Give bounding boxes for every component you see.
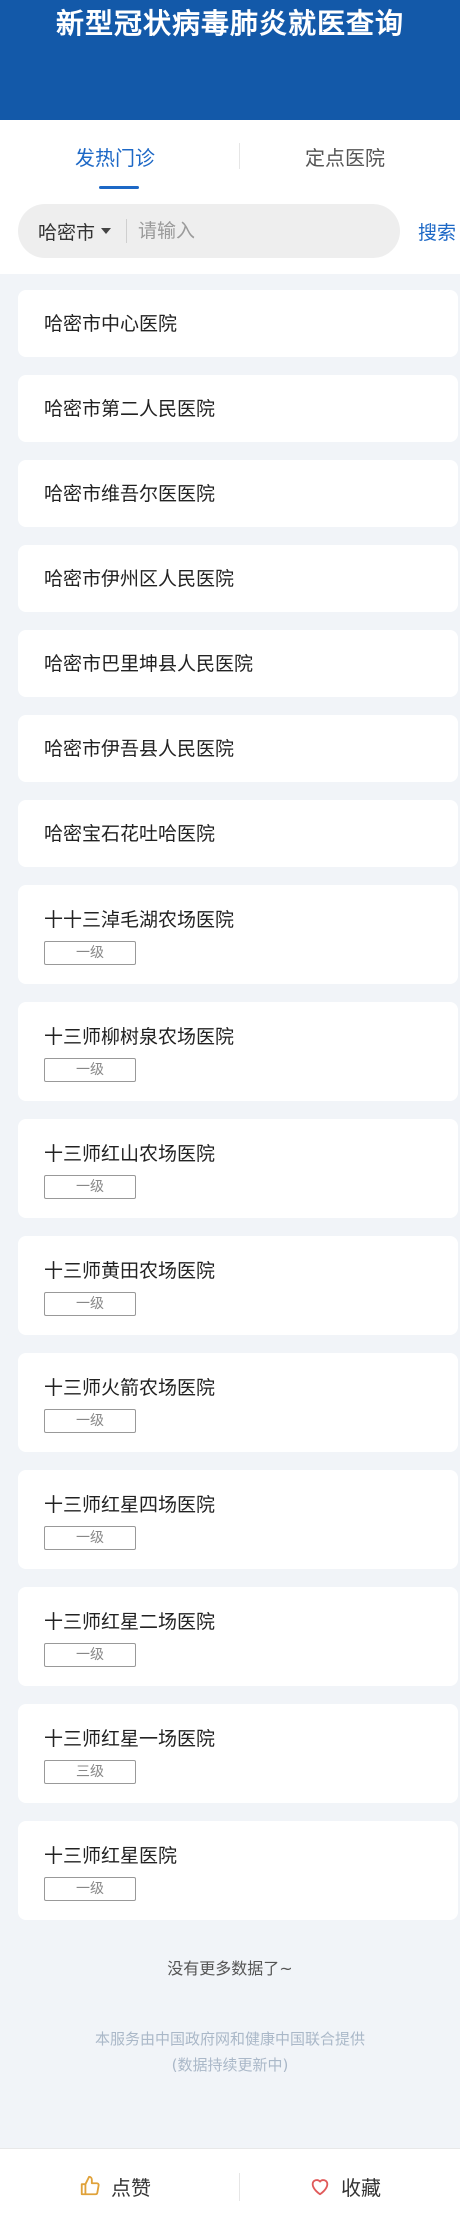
hospital-card[interactable]: 哈密市维吾尔医医院	[18, 460, 458, 527]
search-area: 哈密市 搜索	[0, 192, 460, 274]
footer-note-line1: 本服务由中国政府网和健康中国联合提供	[94, 2030, 365, 2048]
hospital-level-badge: 一级	[44, 1175, 136, 1199]
hospital-name: 哈密市巴里坤县人民医院	[44, 652, 254, 675]
hospital-level-badge: 三级	[44, 1760, 136, 1784]
hospital-name: 十三师红山农场医院	[44, 1143, 216, 1165]
hospital-card[interactable]: 哈密市中心医院	[18, 290, 458, 357]
tab-bar: 发热门诊 定点医院	[0, 120, 460, 192]
footer-note: 本服务由中国政府网和健康中国联合提供 (数据持续更新中)	[0, 2026, 460, 2078]
hospital-name: 十三师黄田农场医院	[44, 1260, 216, 1282]
tab-designated-hospital[interactable]: 定点医院	[230, 120, 460, 192]
hospital-level-badge: 一级	[44, 1643, 136, 1667]
hospital-name: 十三师红星医院	[44, 1845, 178, 1867]
hospital-card[interactable]: 哈密市第二人民医院	[18, 375, 458, 442]
hospital-name: 哈密市第二人民医院	[44, 397, 216, 420]
hospital-name: 哈密市伊吾县人民医院	[44, 737, 235, 760]
hospital-name: 十十三淖毛湖农场医院	[44, 909, 235, 931]
hospital-card[interactable]: 哈密宝石花吐哈医院	[18, 800, 458, 867]
hospital-card[interactable]: 哈密市伊吾县人民医院	[18, 715, 458, 782]
page-title: 新型冠状病毒肺炎就医查询	[55, 7, 404, 40]
hospital-level-badge: 一级	[44, 941, 136, 965]
hospital-card[interactable]: 十三师柳树泉农场医院 一级	[18, 1002, 458, 1101]
hospital-name: 十三师红星四场医院	[44, 1494, 216, 1516]
city-select[interactable]: 哈密市	[38, 204, 112, 258]
hospital-list: 哈密市中心医院哈密市第二人民医院 哈密市维吾尔医医院 哈密市伊州区人民医院 哈密市巴里…	[18, 290, 458, 1938]
hospital-level-badge: 一级	[44, 1526, 136, 1550]
search-divider	[126, 219, 127, 243]
heart-icon	[311, 2179, 329, 2196]
search-button[interactable]: 搜索	[418, 204, 456, 258]
hospital-card[interactable]: 十三师火箭农场医院 一级	[18, 1353, 458, 1452]
hospital-card[interactable]: 十十三淖毛湖农场医院 一级	[18, 885, 458, 984]
hospital-level-badge: 一级	[44, 1409, 136, 1433]
tab-fever-clinic[interactable]: 发热门诊	[0, 120, 230, 192]
hospital-name: 十三师柳树泉农场医院	[44, 1026, 235, 1048]
hospital-name: 哈密市中心医院	[44, 312, 178, 335]
hospital-card[interactable]: 哈密市伊州区人民医院	[18, 545, 458, 612]
hospital-level-badge: 一级	[44, 1877, 136, 1901]
city-select-label: 哈密市	[38, 221, 96, 244]
page-header: 新型冠状病毒肺炎就医查询	[0, 0, 460, 120]
favorite-label: 收藏	[341, 2175, 381, 2200]
caret-down-icon	[101, 228, 112, 234]
bottom-action-bar: 点赞 收藏	[0, 2148, 460, 2222]
like-label: 点赞	[111, 2175, 151, 2200]
search-box: 哈密市	[18, 204, 400, 258]
hospital-card[interactable]: 十三师黄田农场医院 一级	[18, 1236, 458, 1335]
footer-note-line2: (数据持续更新中)	[171, 2056, 289, 2074]
hospital-level-badge: 一级	[44, 1292, 136, 1316]
hospital-card[interactable]: 十三师红山农场医院 一级	[18, 1119, 458, 1218]
favorite-button[interactable]: 收藏	[230, 2149, 460, 2222]
hospital-name: 哈密市维吾尔医医院	[44, 482, 216, 505]
hospital-card[interactable]: 哈密市巴里坤县人民医院	[18, 630, 458, 697]
hospital-card[interactable]: 十三师红星一场医院 三级	[18, 1704, 458, 1803]
like-button[interactable]: 点赞	[0, 2149, 230, 2222]
hospital-name: 哈密市伊州区人民医院	[44, 567, 235, 590]
hospital-card[interactable]: 十三师红星四场医院 一级	[18, 1470, 458, 1569]
no-more-data-text: 没有更多数据了~	[167, 1959, 293, 1978]
active-tab-indicator	[99, 186, 139, 189]
hospital-card[interactable]: 十三师红星医院 一级	[18, 1821, 458, 1920]
thumbs-up-icon	[80, 2175, 100, 2196]
hospital-card[interactable]: 十三师红星二场医院 一级	[18, 1587, 458, 1686]
search-input[interactable]	[138, 211, 388, 251]
hospital-name: 十三师火箭农场医院	[44, 1377, 216, 1399]
hospital-name: 十三师红星二场医院	[44, 1611, 216, 1633]
hospital-name: 十三师红星一场医院	[44, 1728, 216, 1750]
hospital-name: 哈密宝石花吐哈医院	[44, 822, 216, 845]
hospital-level-badge: 一级	[44, 1058, 136, 1082]
